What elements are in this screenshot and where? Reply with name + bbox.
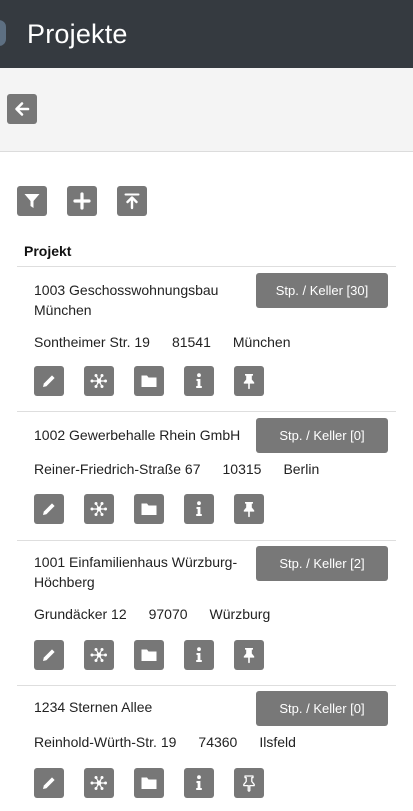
street: Reiner-Friedrich-Straße 67 [34,461,201,477]
pin-button[interactable] [234,768,264,798]
network-button[interactable] [84,768,114,798]
city: Ilsfeld [259,734,296,750]
folder-icon [141,503,157,515]
edit-button[interactable] [34,640,64,670]
edit-button[interactable] [34,366,64,396]
folder-icon [141,375,157,387]
folder-button[interactable] [134,640,164,670]
edit-button[interactable] [34,494,64,524]
row-divider [17,540,396,541]
stp-keller-button[interactable]: Stp. / Keller [30] [256,273,388,308]
pencil-icon [43,375,55,387]
pin-icon [243,502,255,518]
info-icon [196,373,202,388]
street: Grundäcker 12 [34,606,127,622]
folder-button[interactable] [134,494,164,524]
network-icon [90,776,107,790]
back-button[interactable] [7,94,37,124]
pin-button[interactable] [234,366,264,396]
network-icon [90,374,107,388]
pin-icon [243,648,255,664]
city: München [232,334,291,350]
app-header: Projekte [0,0,413,68]
zip: 81541 [171,334,211,350]
arrow-to-top-icon [124,193,140,210]
row-divider [17,411,396,412]
zip: 10315 [222,461,262,477]
network-icon [90,502,107,516]
column-header-projekt: Projekt [24,243,72,259]
row-divider [17,685,396,686]
page-title: Projekte [27,18,128,49]
city: Berlin [283,461,320,477]
plus-icon [73,192,91,210]
city: Würzburg [209,606,271,622]
street: Reinhold-Würth-Str. 19 [34,734,177,750]
folder-icon [141,649,157,661]
pencil-icon [43,649,55,661]
pencil-icon [43,777,55,789]
stp-keller-button[interactable]: Stp. / Keller [2] [256,546,388,581]
add-project-button[interactable] [67,186,97,216]
project-name: 1002 Gewerbehalle Rhein GmbH [34,427,241,443]
info-icon [196,775,202,790]
filter-icon [24,194,40,208]
folder-button[interactable] [134,366,164,396]
sub-toolbar [0,68,413,152]
street: Sontheimer Str. 19 [34,334,150,350]
arrow-left-icon [15,102,30,116]
network-button[interactable] [84,494,114,524]
stp-keller-button[interactable]: Stp. / Keller [0] [256,691,388,726]
zip: 97070 [148,606,188,622]
info-icon [196,647,202,662]
project-address: Reiner-Friedrich-Straße 67 10315 Berlin [34,461,341,477]
project-address: Sontheimer Str. 19 81541 München [34,334,312,350]
folder-icon [141,777,157,789]
header-divider [17,266,396,267]
network-button[interactable] [84,366,114,396]
project-name: 1001 Einfamilienhaus Würzburg-Höchberg [34,554,238,590]
project-name: 1003 Geschosswohnungsbau München [34,282,219,318]
project-name: 1234 Sternen Allee [34,699,153,715]
info-button[interactable] [184,640,214,670]
filter-button[interactable] [17,186,47,216]
network-icon [90,648,107,662]
edit-button[interactable] [34,768,64,798]
stp-keller-button[interactable]: Stp. / Keller [0] [256,418,388,453]
pencil-icon [43,503,55,515]
pin-icon [243,374,255,390]
project-address: Grundäcker 12 97070 Würzburg [34,606,292,622]
project-address: Reinhold-Würth-Str. 19 74360 Ilsfeld [34,734,318,750]
info-button[interactable] [184,494,214,524]
pin-button[interactable] [234,640,264,670]
folder-button[interactable] [134,768,164,798]
zip: 74360 [198,734,238,750]
info-button[interactable] [184,768,214,798]
menu-toggle-edge[interactable] [0,20,6,46]
info-button[interactable] [184,366,214,396]
pin-outline-icon [243,775,255,792]
info-icon [196,501,202,516]
scroll-top-button[interactable] [117,186,147,216]
pin-button[interactable] [234,494,264,524]
network-button[interactable] [84,640,114,670]
